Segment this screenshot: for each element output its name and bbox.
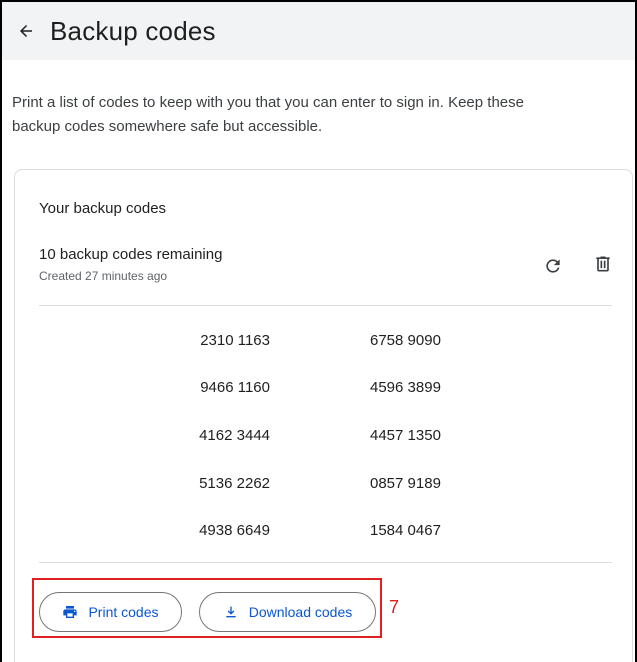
page-title: Backup codes [50,15,216,46]
annotation-marker: 7 [389,597,400,617]
divider [39,305,612,306]
refresh-icon[interactable] [541,254,565,278]
codes-remaining-text: 10 backup codes remaining [39,246,223,263]
backup-code: 4596 3899 [370,379,441,396]
page-description: Print a list of codes to keep with you t… [12,94,524,135]
backup-code: 4938 6649 [199,522,270,539]
code-row: 4162 3444 4457 1350 [15,427,632,447]
backup-code: 2310 1163 [200,332,270,349]
created-time-text: Created 27 minutes ago [39,269,168,283]
backup-code: 6758 9090 [370,332,441,349]
annotation-highlight-box [32,578,382,638]
backup-code: 5136 2262 [199,475,270,492]
backup-code: 1584 0467 [370,522,441,539]
code-row: 5136 2262 0857 9189 [15,475,632,495]
divider [39,562,612,563]
backup-code: 0857 9189 [370,475,441,492]
code-row: 9466 1160 4596 3899 [15,379,632,399]
trash-icon[interactable] [591,252,615,276]
card-title: Your backup codes [39,200,167,217]
backup-code: 4457 1350 [370,427,441,444]
backup-code: 4162 3444 [199,427,270,444]
code-row: 4938 6649 1584 0467 [15,522,632,542]
page-header: Backup codes [2,2,635,60]
arrow-left-icon[interactable] [16,21,36,41]
code-row: 2310 1163 6758 9090 [15,332,632,352]
backup-code: 9466 1160 [200,379,270,396]
